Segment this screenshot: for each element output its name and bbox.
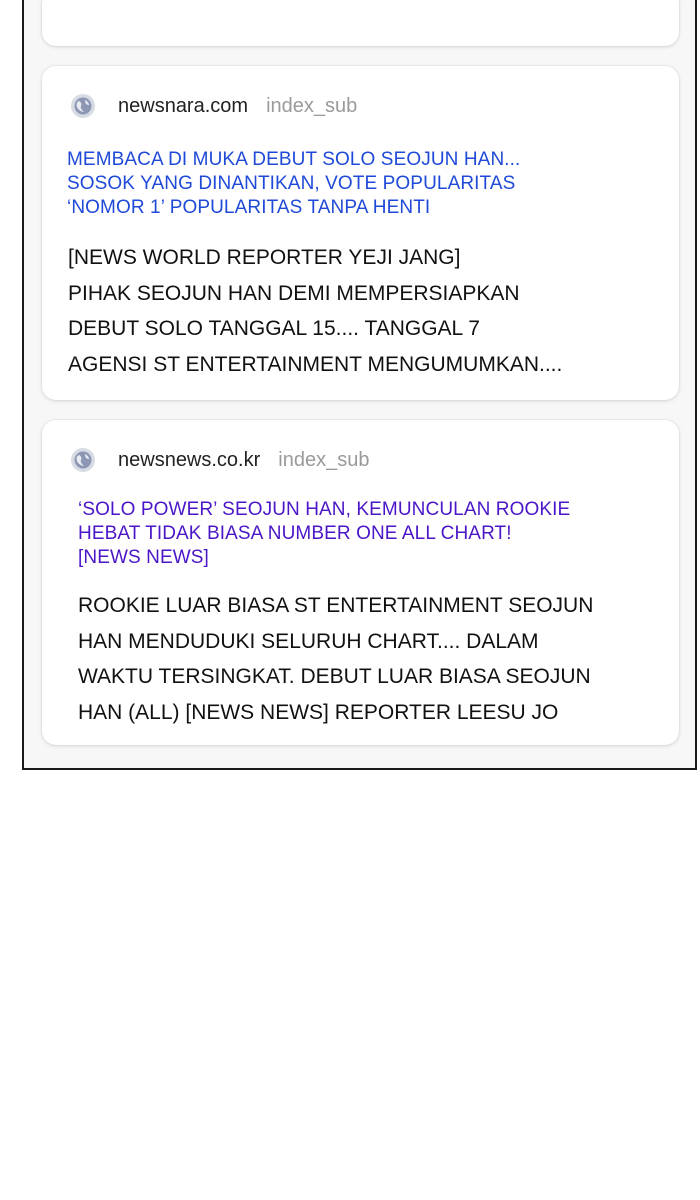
headline-line: ‘SOLO POWER’ SEOJUN HAN, KEMUNCULAN ROOK…	[78, 499, 571, 520]
headline-line: HEBAT TIDAK BIASA NUMBER ONE ALL CHART!	[78, 523, 512, 544]
globe-icon	[71, 448, 95, 472]
result-headline-link[interactable]: MEMBACA DI MUKA DEBUT SOLO SEOJUN HAN...…	[67, 148, 627, 220]
headline-line: [NEWS NEWS]	[78, 547, 209, 568]
result-snippet: ROOKIE LUAR BIASA ST ENTERTAINMENT SEOJU…	[78, 588, 668, 730]
result-headline-link[interactable]: ‘SOLO POWER’ SEOJUN HAN, KEMUNCULAN ROOK…	[78, 498, 648, 570]
snippet-line: DEBUT SOLO TANGGAL 15.... TANGGAL 7	[68, 317, 480, 340]
search-result-card-partial[interactable]	[42, 0, 679, 46]
snippet-line: HAN (ALL) [NEWS NEWS] REPORTER LEESU JO	[78, 700, 559, 724]
result-snippet: [NEWS WORLD REPORTER YEJI JANG] PIHAK SE…	[68, 240, 658, 382]
snippet-line: WAKTU TERSINGKAT. DEBUT LUAR BIASA SEOJU…	[78, 665, 591, 688]
headline-line: ‘NOMOR 1’ POPULARITAS TANPA HENTI	[67, 197, 431, 218]
snippet-line: ROOKIE LUAR BIASA ST ENTERTAINMENT SEOJU…	[78, 594, 594, 617]
result-source-row: newsnara.com index_sub	[70, 92, 357, 120]
headline-line: MEMBACA DI MUKA DEBUT SOLO SEOJUN HAN...	[67, 149, 521, 170]
globe-icon	[71, 94, 95, 118]
headline-line: SOSOK YANG DINANTIKAN, VOTE POPULARITAS	[67, 173, 516, 194]
search-result-card[interactable]: newsnara.com index_sub MEMBACA DI MUKA D…	[42, 66, 679, 400]
result-source-row: newsnews.co.kr index_sub	[70, 446, 369, 474]
search-result-card[interactable]: newsnews.co.kr index_sub ‘SOLO POWER’ SE…	[42, 420, 679, 745]
result-section-tag: index_sub	[266, 94, 358, 117]
snippet-line: [NEWS WORLD REPORTER YEJI JANG]	[68, 246, 461, 269]
cropped-snippet-text	[68, 0, 180, 12]
snippet-line: AGENSI ST ENTERTAINMENT MENGUMUMKAN....	[68, 352, 563, 376]
result-section-tag: index_sub	[278, 448, 370, 471]
snippet-line: PIHAK SEOJUN HAN DEMI MEMPERSIAPKAN	[68, 281, 520, 305]
snippet-line: HAN MENDUDUKI SELURUH CHART.... DALAM	[78, 629, 539, 653]
result-domain[interactable]: newsnara.com	[118, 95, 248, 118]
result-domain[interactable]: newsnews.co.kr	[118, 449, 260, 472]
